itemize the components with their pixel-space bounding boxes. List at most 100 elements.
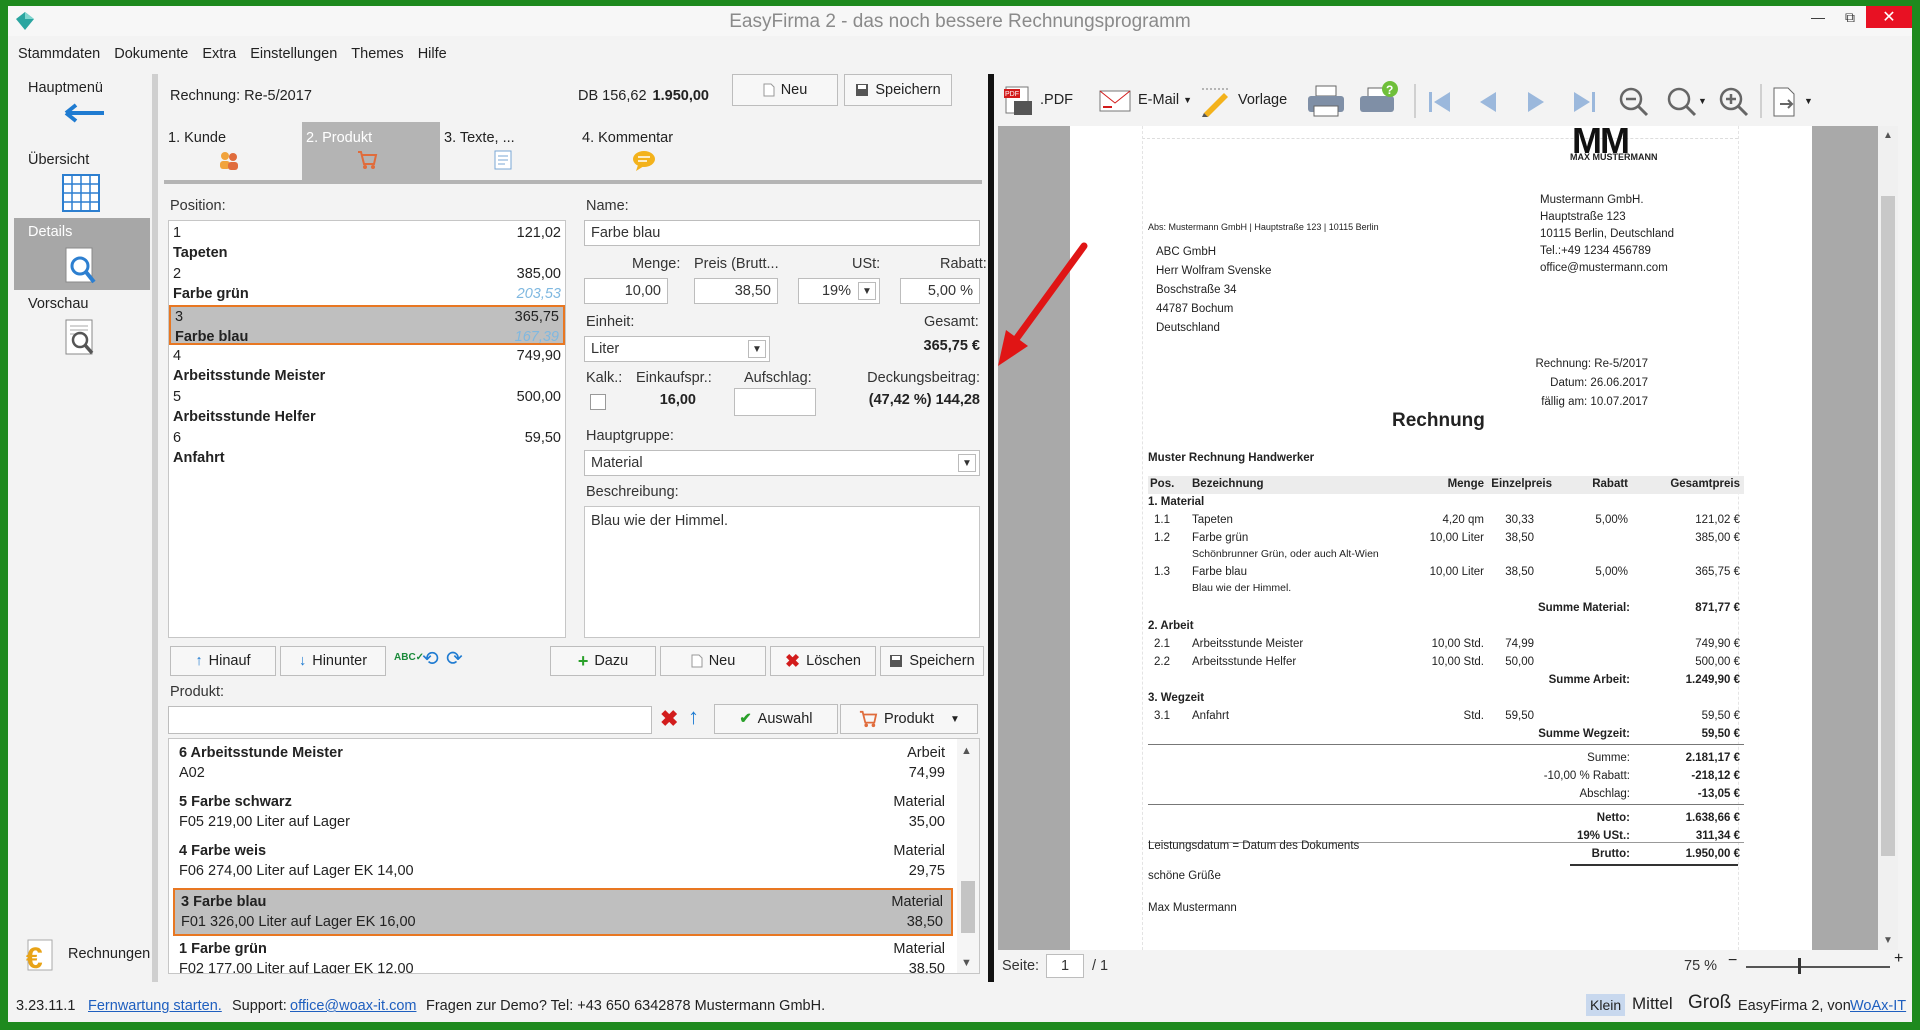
total-label: Summe: <box>1587 752 1630 764</box>
zoom-in-icon[interactable] <box>1718 86 1750 118</box>
menge-input[interactable]: 10,00 <box>584 278 668 304</box>
loeschen-button[interactable]: ✖ Löschen <box>770 646 876 676</box>
pdf-button[interactable]: PDF .PDF <box>1002 82 1073 118</box>
position-row[interactable]: 3 365,75 Farbe blau 167,39 <box>169 305 565 345</box>
logo-caption: MAX MUSTERMANN <box>1570 152 1658 162</box>
print-preview-icon[interactable]: ? <box>1358 80 1400 118</box>
nav-ubersicht[interactable]: Übersicht <box>14 146 150 218</box>
menu-themes[interactable]: Themes <box>351 46 413 62</box>
beschreibung-textarea[interactable]: Blau wie der Himmel. <box>584 506 980 638</box>
menu-hilfe[interactable]: Hilfe <box>418 46 457 62</box>
position-number: 1 <box>173 225 182 241</box>
position-row[interactable]: 1 121,02 Tapeten <box>169 223 565 263</box>
produkt-dropdown-button[interactable]: Produkt ▼ <box>840 704 978 734</box>
chevron-down-icon[interactable]: ▼ <box>1883 935 1893 946</box>
preis-input[interactable]: 38,50 <box>694 278 778 304</box>
undo-icon[interactable]: ⟲ <box>422 646 439 671</box>
previous-page-icon[interactable] <box>1474 88 1502 116</box>
aufschlag-input[interactable] <box>734 388 816 416</box>
position-row[interactable]: 4 749,90 Arbeitsstunde Meister <box>169 346 565 386</box>
restore-button[interactable]: ⧉ <box>1834 6 1866 28</box>
last-page-icon[interactable] <box>1570 88 1598 116</box>
menu-stammdaten[interactable]: Stammdaten <box>18 46 110 62</box>
menu-dokumente[interactable]: Dokumente <box>114 46 198 62</box>
size-gross-button[interactable]: Groß <box>1688 992 1731 1014</box>
menu-extra[interactable]: Extra <box>202 46 246 62</box>
save-document-button[interactable]: Speichern <box>844 74 952 106</box>
ust-select[interactable]: 19% ▼ <box>798 278 880 304</box>
speichern-position-button[interactable]: Speichern <box>880 646 984 676</box>
minimize-button[interactable]: — <box>1802 6 1834 28</box>
product-row[interactable]: 1 Farbe grün F02 177,00 Liter auf Lager E… <box>173 937 953 973</box>
position-row[interactable]: 6 59,50 Anfahrt <box>169 428 565 468</box>
pdf-icon: PDF <box>1004 86 1032 115</box>
tab-produkt-label: 2. Produkt <box>306 130 373 146</box>
new-document-button[interactable]: Neu <box>732 74 838 106</box>
clear-icon[interactable]: ✖ <box>660 706 678 732</box>
email-button[interactable]: E-Mail ▼ <box>1098 82 1192 118</box>
export-icon[interactable] <box>1770 86 1800 118</box>
group-wegzeit: 3. Wegzeit <box>1148 692 1205 704</box>
chevron-down-icon[interactable]: ▼ <box>1698 96 1707 106</box>
scrollbar-thumb[interactable] <box>1881 196 1895 856</box>
kalk-checkbox[interactable] <box>590 394 606 410</box>
zoom-plus-icon[interactable]: + <box>1894 950 1903 968</box>
position-row[interactable]: 5 500,00 Arbeitsstunde Helfer <box>169 387 565 427</box>
next-page-icon[interactable] <box>1522 88 1550 116</box>
auswahl-button[interactable]: ✔ Auswahl <box>714 704 838 734</box>
document-viewer[interactable]: MM MAX MUSTERMANN Abs: Mustermann GmbH |… <box>998 126 1898 950</box>
tab-kommentar[interactable]: 4. Kommentar <box>578 122 716 180</box>
chevron-down-icon[interactable]: ▼ <box>961 957 972 969</box>
nav-vorschau[interactable]: Vorschau <box>14 290 150 362</box>
product-row[interactable]: 3 Farbe blau F01 326,00 Liter auf Lager E… <box>173 888 953 936</box>
row-1-3-name: Farbe blau <box>1192 566 1247 578</box>
hauptgruppe-select[interactable]: Material ▼ <box>584 450 980 476</box>
print-icon[interactable] <box>1306 84 1346 118</box>
redo-icon[interactable]: ⟳ <box>446 646 463 671</box>
tab-texte[interactable]: 3. Texte, ... <box>440 122 578 180</box>
first-page-icon[interactable] <box>1426 88 1454 116</box>
tab-produkt[interactable]: 2. Produkt <box>302 122 440 180</box>
zoom-slider[interactable] <box>1746 966 1890 968</box>
zoom-minus-icon[interactable]: − <box>1728 952 1737 970</box>
fernwartung-link[interactable]: Fernwartung starten. <box>88 998 222 1014</box>
page-input[interactable]: 1 <box>1046 954 1084 978</box>
produkt-search-input[interactable] <box>168 706 652 734</box>
tab-kunde[interactable]: 1. Kunde <box>164 122 302 180</box>
rabatt-input[interactable]: 5,00 % <box>900 278 980 304</box>
dazu-button[interactable]: + Dazu <box>550 646 656 676</box>
nav-hauptmenu[interactable]: Hauptmenü <box>14 74 150 146</box>
zoom-slider-thumb[interactable] <box>1798 958 1801 974</box>
nav-details[interactable]: Details <box>14 218 150 290</box>
chevron-up-icon[interactable]: ▲ <box>1883 130 1893 141</box>
product-row[interactable]: 6 Arbeitsstunde Meister A02 Arbeit 74,99 <box>173 741 953 789</box>
close-button[interactable]: ✕ <box>1866 6 1912 28</box>
einheit-select[interactable]: Liter ▼ <box>584 336 770 362</box>
position-row[interactable]: 2 385,00 Farbe grün 203,53 <box>169 264 565 304</box>
viewer-scrollbar[interactable]: ▲ ▼ <box>1878 126 1898 950</box>
product-row[interactable]: 4 Farbe weis F06 274,00 Liter auf Lager E… <box>173 839 953 887</box>
euro-icon: € <box>26 939 53 974</box>
zoom-icon[interactable] <box>1666 86 1698 118</box>
name-input[interactable]: Farbe blau <box>584 220 980 246</box>
spellcheck-icon[interactable]: ABC✓ <box>394 652 424 663</box>
nav-rechnungen[interactable]: € Rechnungen <box>14 934 150 974</box>
neu-position-button[interactable]: Neu <box>660 646 766 676</box>
chevron-up-icon[interactable]: ▲ <box>961 745 972 757</box>
position-list[interactable]: 1 121,02 Tapeten 2 385,00 Farbe grün 203,53 3 36… <box>168 220 566 638</box>
credit-link[interactable]: WoAx-IT <box>1850 998 1906 1014</box>
product-row[interactable]: 5 Farbe schwarz F05 219,00 Liter auf Lage… <box>173 790 953 838</box>
produkt-list-scrollbar[interactable]: ▲ ▼ <box>957 739 979 973</box>
hinauf-button[interactable]: ↑ Hinauf <box>170 646 276 676</box>
size-klein-button[interactable]: Klein <box>1586 994 1626 1016</box>
chevron-down-icon[interactable]: ▼ <box>1804 96 1813 106</box>
zoom-out-icon[interactable] <box>1618 86 1650 118</box>
menu-einstellungen[interactable]: Einstellungen <box>250 46 347 62</box>
hinunter-button[interactable]: ↓ Hinunter <box>280 646 386 676</box>
size-mittel-button[interactable]: Mittel <box>1632 994 1673 1014</box>
support-email-link[interactable]: office@woax-it.com <box>290 998 416 1014</box>
vorlage-button[interactable]: Vorlage <box>1198 82 1287 118</box>
produkt-list[interactable]: ▲ ▼ 6 Arbeitsstunde Meister A02 Arbeit 74,9… <box>168 738 980 974</box>
arrow-up-icon[interactable]: ↑ <box>688 704 699 730</box>
scrollbar-thumb[interactable] <box>961 881 975 933</box>
